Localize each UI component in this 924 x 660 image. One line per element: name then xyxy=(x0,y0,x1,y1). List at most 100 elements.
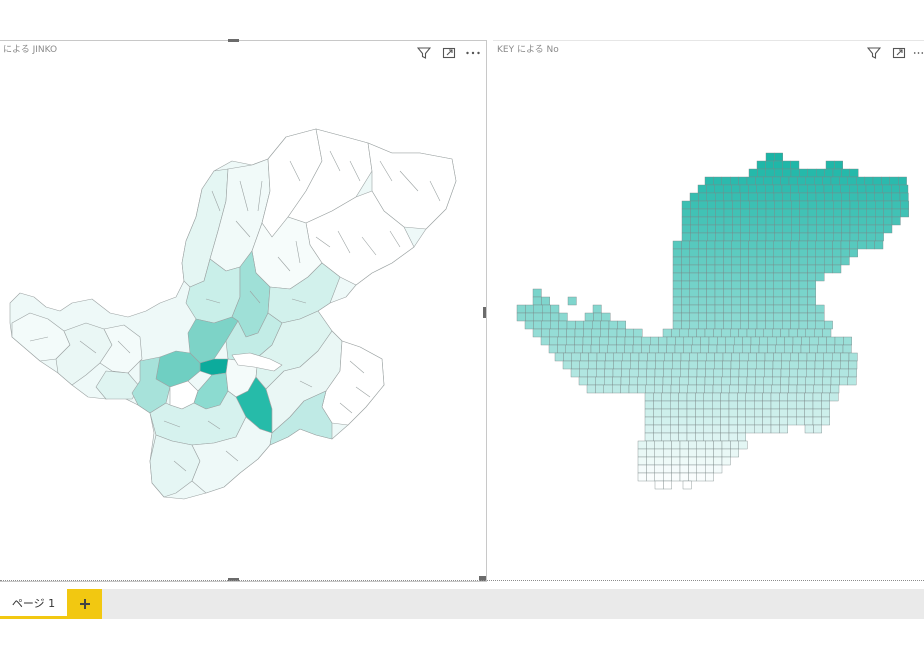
grid-cell[interactable] xyxy=(720,416,730,426)
grid-cell[interactable] xyxy=(669,400,679,410)
grid-cell[interactable] xyxy=(764,368,773,378)
grid-cell[interactable] xyxy=(723,288,732,298)
grid-cell[interactable] xyxy=(661,400,671,410)
grid-cell[interactable] xyxy=(584,312,594,322)
grid-cell[interactable] xyxy=(714,312,724,322)
grid-cell[interactable] xyxy=(748,312,758,322)
grid-cell[interactable] xyxy=(807,272,816,282)
grid-cell[interactable] xyxy=(661,424,671,434)
grid-cell[interactable] xyxy=(714,296,724,306)
grid-cell[interactable] xyxy=(799,168,808,178)
grid-cell[interactable] xyxy=(759,336,768,346)
grid-cell[interactable] xyxy=(815,248,825,258)
grid-cell[interactable] xyxy=(790,296,800,306)
grid-cell[interactable] xyxy=(533,312,543,322)
grid-cell[interactable] xyxy=(797,328,806,338)
grid-cell[interactable] xyxy=(780,368,790,378)
grid-cell[interactable] xyxy=(698,224,708,234)
grid-cell[interactable] xyxy=(814,328,823,338)
grid-cell[interactable] xyxy=(833,208,842,218)
grid-cell[interactable] xyxy=(847,376,857,386)
grid-cell[interactable] xyxy=(689,256,699,266)
grid-cell[interactable] xyxy=(525,312,535,322)
grid-cell[interactable] xyxy=(516,304,526,314)
grid-cell[interactable] xyxy=(695,408,704,418)
grid-cell[interactable] xyxy=(731,320,741,330)
grid-cell[interactable] xyxy=(715,208,725,218)
grid-cell[interactable] xyxy=(841,216,851,226)
grid-cell[interactable] xyxy=(748,192,758,202)
grid-cell[interactable] xyxy=(706,200,716,210)
grid-cell[interactable] xyxy=(549,336,559,346)
grid-cell[interactable] xyxy=(830,376,840,386)
grid-cell[interactable] xyxy=(748,168,758,178)
grid-cell[interactable] xyxy=(774,208,783,218)
grid-cell[interactable] xyxy=(697,352,707,362)
grid-cell[interactable] xyxy=(681,272,690,282)
grid-cell[interactable] xyxy=(620,376,630,386)
grid-cell[interactable] xyxy=(782,296,791,306)
grid-cell[interactable] xyxy=(832,168,842,178)
grid-cell[interactable] xyxy=(686,424,696,434)
grid-cell[interactable] xyxy=(872,176,882,186)
grid-cell[interactable] xyxy=(737,416,746,426)
grid-cell[interactable] xyxy=(706,296,716,306)
grid-cell[interactable] xyxy=(788,176,798,186)
grid-cell[interactable] xyxy=(748,248,758,258)
grid-cell[interactable] xyxy=(782,192,791,202)
grid-cell[interactable] xyxy=(821,416,830,426)
grid-cell[interactable] xyxy=(798,360,807,370)
grid-cell[interactable] xyxy=(689,264,699,274)
grid-cell[interactable] xyxy=(841,208,851,218)
grid-cell[interactable] xyxy=(792,344,802,354)
grid-cell[interactable] xyxy=(848,360,858,370)
grid-cell[interactable] xyxy=(566,320,576,330)
grid-cell[interactable] xyxy=(679,464,689,474)
grid-cell[interactable] xyxy=(532,288,542,298)
grid-cell[interactable] xyxy=(557,344,567,354)
grid-cell[interactable] xyxy=(637,464,647,474)
grid-cell[interactable] xyxy=(789,368,798,378)
grid-cell[interactable] xyxy=(738,376,748,386)
grid-cell[interactable] xyxy=(814,360,824,370)
grid-cell[interactable] xyxy=(711,408,721,418)
grid-cell[interactable] xyxy=(571,360,581,370)
grid-cell[interactable] xyxy=(661,392,671,402)
grid-cell[interactable] xyxy=(713,176,722,186)
grid-cell[interactable] xyxy=(773,352,782,362)
grid-cell[interactable] xyxy=(587,376,597,386)
grid-cell[interactable] xyxy=(695,400,704,410)
grid-cell[interactable] xyxy=(875,216,884,226)
grid-cell[interactable] xyxy=(762,400,772,410)
grid-cell[interactable] xyxy=(801,336,810,346)
grid-cell[interactable] xyxy=(697,280,707,290)
grid-cell[interactable] xyxy=(599,328,609,338)
grid-cell[interactable] xyxy=(732,208,741,218)
grid-cell[interactable] xyxy=(779,424,788,434)
grid-cell[interactable] xyxy=(772,328,781,338)
grid-cell[interactable] xyxy=(731,280,741,290)
grid-cell[interactable] xyxy=(807,184,816,194)
grid-cell[interactable] xyxy=(713,328,722,338)
grid-cell[interactable] xyxy=(714,248,724,258)
grid-cell[interactable] xyxy=(591,336,601,346)
grid-cell[interactable] xyxy=(679,328,689,338)
grid-cell[interactable] xyxy=(765,160,774,170)
grid-cell[interactable] xyxy=(817,344,827,354)
grid-cell[interactable] xyxy=(739,320,749,330)
grid-cell[interactable] xyxy=(798,288,808,298)
grid-cell[interactable] xyxy=(704,328,714,338)
grid-cell[interactable] xyxy=(711,432,721,442)
grid-cell[interactable] xyxy=(748,272,758,282)
grid-cell[interactable] xyxy=(824,192,833,202)
grid-cell[interactable] xyxy=(706,288,716,298)
grid-cell[interactable] xyxy=(746,176,756,186)
grid-cell[interactable] xyxy=(749,224,758,234)
grid-cell[interactable] xyxy=(754,400,763,410)
grid-cell[interactable] xyxy=(797,176,806,186)
grid-cell[interactable] xyxy=(891,208,901,218)
grid-cell[interactable] xyxy=(688,456,697,466)
grid-cell[interactable] xyxy=(790,168,800,178)
grid-cell[interactable] xyxy=(831,360,841,370)
grid-cell[interactable] xyxy=(624,344,634,354)
